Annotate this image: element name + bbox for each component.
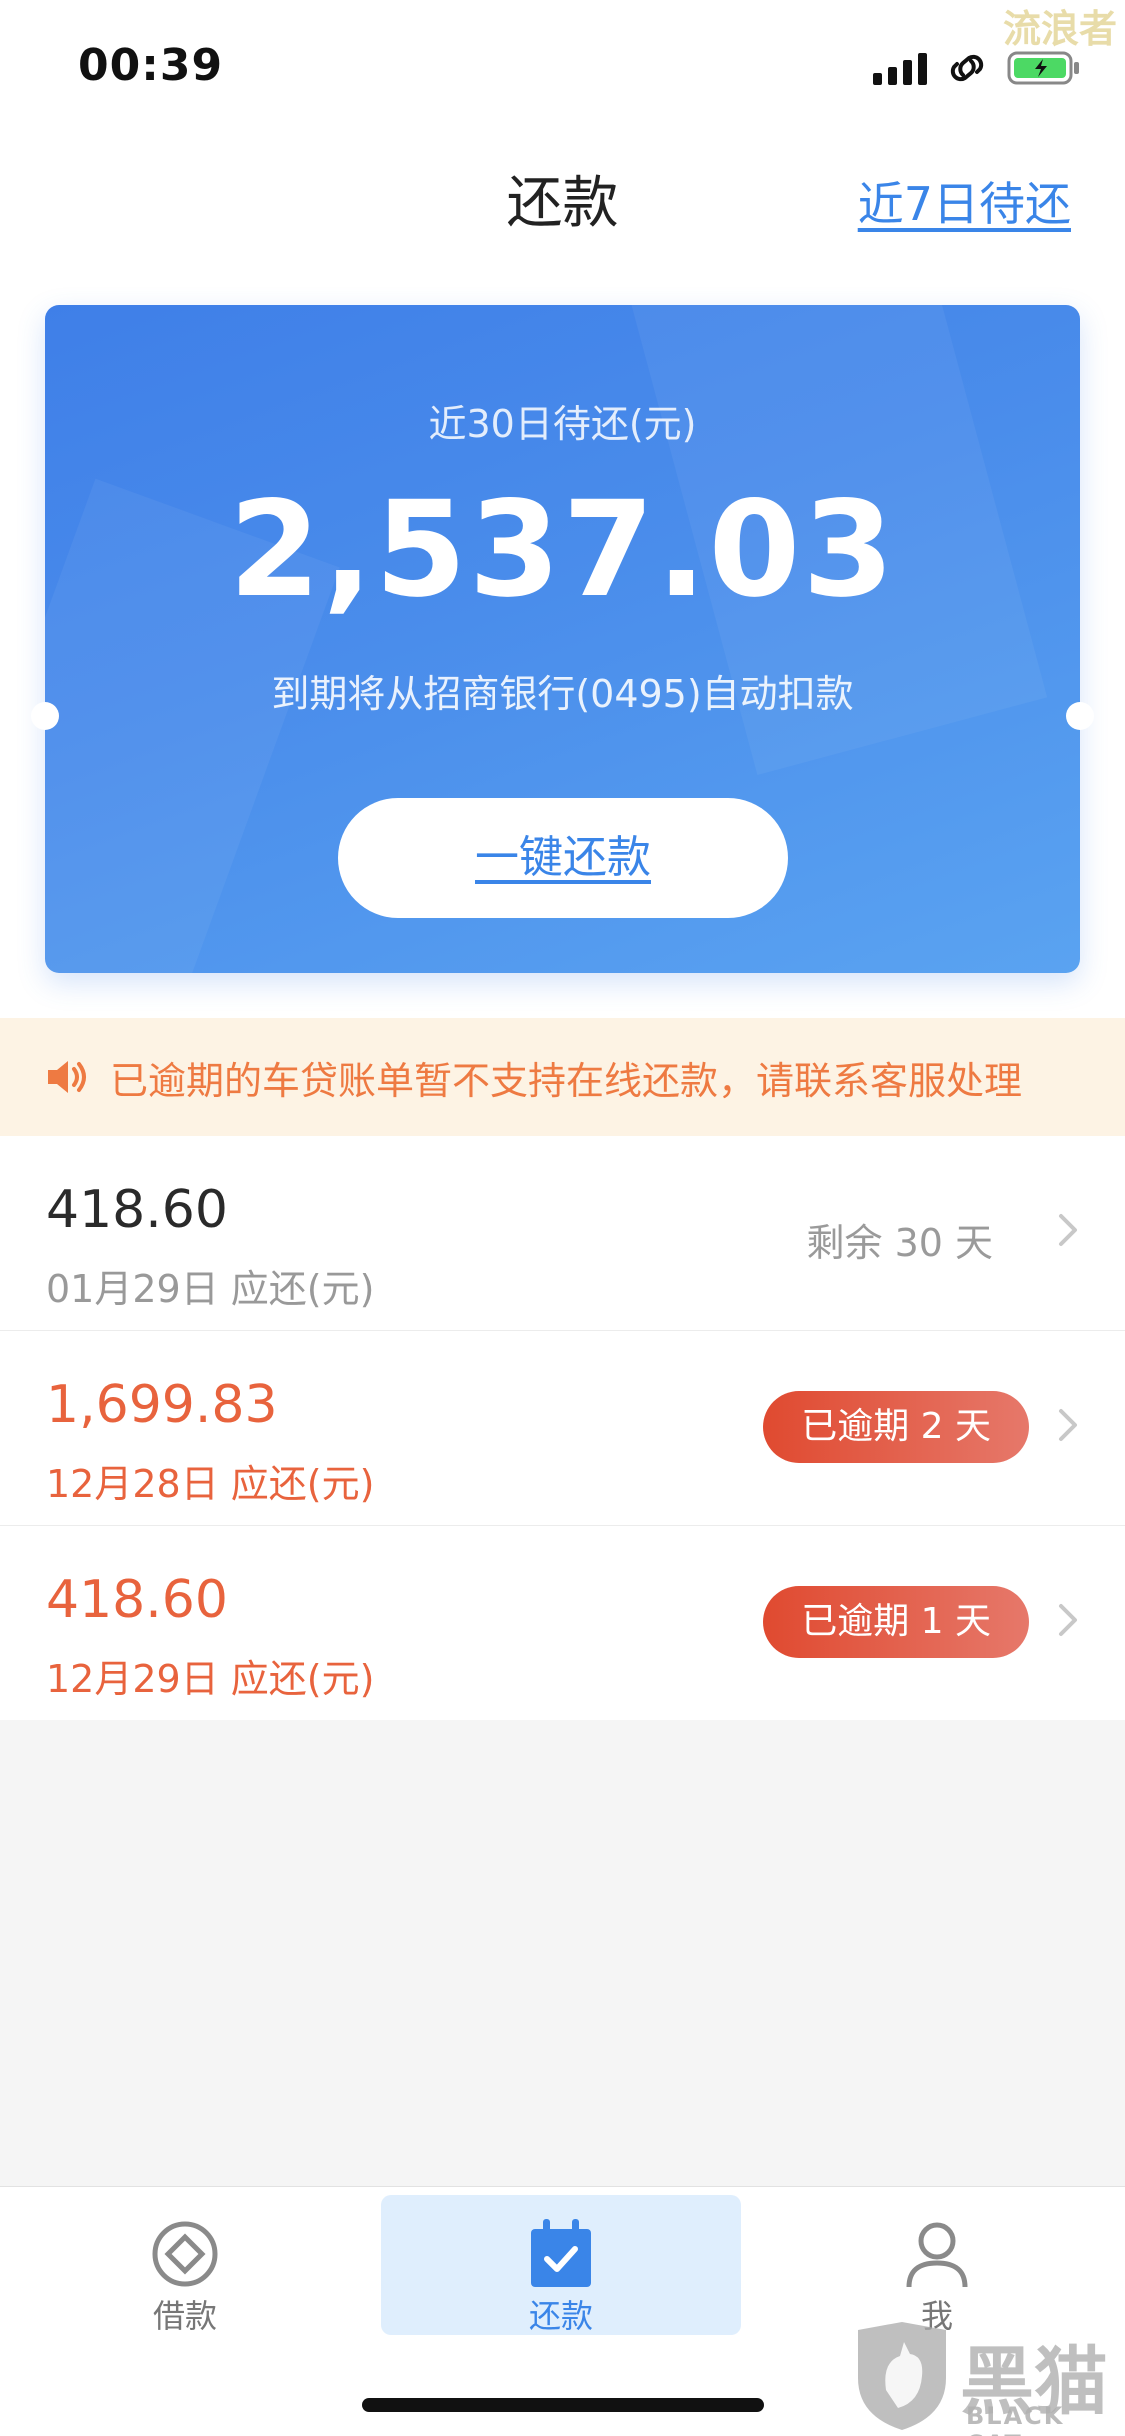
upcoming-7-days-link[interactable]: 近7日待还 — [858, 168, 1071, 234]
speaker-icon — [48, 1061, 86, 1093]
tab-loan[interactable]: 借款 — [5, 2195, 365, 2335]
home-indicator — [362, 2398, 764, 2412]
summary-amount: 2,537.03 — [228, 473, 897, 627]
status-icons — [873, 50, 1081, 86]
bill-due-date: 12月29日 应还(元) — [46, 1657, 375, 1701]
bill-row[interactable]: 418.60 12月29日 应还(元) 已逾期 1 天 — [0, 1526, 1125, 1720]
black-cat-logo — [858, 2322, 946, 2430]
summary-label: 近30日待还(元) — [428, 402, 697, 446]
card-notch-right — [1066, 702, 1094, 730]
tab-label: 借款 — [152, 2297, 217, 2335]
card-notch-left — [31, 702, 59, 730]
bill-list: 418.60 01月29日 应还(元) 剩余 30 天 1,699.83 12月… — [0, 1136, 1125, 1720]
profile-icon — [906, 2222, 968, 2288]
signal-icon — [873, 51, 927, 85]
loan-icon — [152, 2221, 218, 2287]
tab-repay[interactable]: 还款 — [381, 2195, 741, 2335]
bill-amount: 418.60 — [46, 1180, 228, 1240]
days-remaining: 剩余 30 天 — [806, 1221, 993, 1265]
status-time: 00:39 — [78, 40, 224, 91]
bill-amount: 418.60 — [46, 1570, 228, 1630]
bill-row[interactable]: 418.60 01月29日 应还(元) 剩余 30 天 — [0, 1136, 1125, 1331]
chevron-right-icon — [1059, 1604, 1077, 1636]
overdue-notice-banner: 已逾期的车贷账单暂不支持在线还款，请联系客服处理 — [0, 1018, 1125, 1136]
notice-text: 已逾期的车贷账单暂不支持在线还款，请联系客服处理 — [110, 1058, 1023, 1103]
chevron-right-icon — [1059, 1214, 1077, 1246]
tab-me[interactable]: 我 — [757, 2195, 1117, 2335]
bill-row[interactable]: 1,699.83 12月28日 应还(元) 已逾期 2 天 — [0, 1331, 1125, 1526]
repayment-page: 00:39 流浪者 还款 近7日待还 近30日待还(元) 2,537.03 到期… — [0, 0, 1125, 2436]
link-icon — [950, 54, 984, 82]
watermark-sub: BLACK CAT — [966, 2402, 1065, 2436]
bill-due-date: 12月28日 应还(元) — [46, 1462, 375, 1506]
auto-debit-description: 到期将从招商银行(0495)自动扣款 — [271, 672, 854, 716]
overdue-badge: 已逾期 2 天 — [763, 1391, 1029, 1463]
summary-card: 近30日待还(元) 2,537.03 到期将从招商银行(0495)自动扣款 一键… — [45, 305, 1080, 973]
bill-amount: 1,699.83 — [46, 1375, 278, 1435]
repay-all-button[interactable]: 一键还款 — [338, 798, 788, 918]
repay-calendar-icon — [531, 2219, 591, 2287]
overdue-badge: 已逾期 1 天 — [763, 1586, 1029, 1658]
bill-due-date: 01月29日 应还(元) — [46, 1267, 375, 1311]
top-watermark: 流浪者 — [1002, 7, 1117, 51]
tab-label: 还款 — [528, 2297, 593, 2335]
chevron-right-icon — [1059, 1409, 1077, 1441]
battery-icon — [1007, 51, 1079, 85]
